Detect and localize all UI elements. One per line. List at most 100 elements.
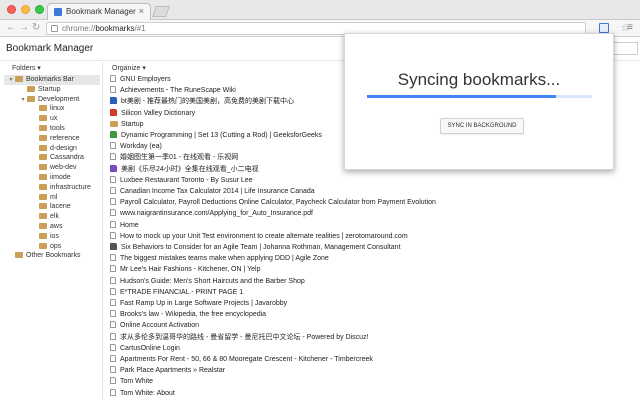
folder-icon: [39, 213, 47, 220]
folder-tree-item[interactable]: lacene: [32, 202, 71, 212]
folders-menu[interactable]: Folders ▾: [12, 64, 41, 72]
bookmark-row[interactable]: Canadian Income Tax Calculator 2014 | Li…: [110, 187, 315, 197]
close-window-button[interactable]: [7, 5, 16, 14]
folder-icon: [39, 125, 47, 131]
bookmark-row[interactable]: 婚姻图生第一季01 - 在线观看 - 乐视网: [110, 153, 238, 163]
bookmark-title: Payroll Calculator, Payroll Deductions O…: [120, 199, 436, 207]
site-favicon-icon: [110, 243, 117, 250]
folder-tree-item[interactable]: ios: [32, 232, 59, 242]
browser-menu-icon[interactable]: ≡: [627, 23, 633, 33]
bookmark-row[interactable]: Six Behaviors to Consider for an Agile T…: [110, 243, 401, 253]
folder-tree-item[interactable]: d-design: [32, 144, 77, 154]
bookmark-row[interactable]: Tom White: [110, 377, 153, 387]
folder-tree-item[interactable]: linux: [32, 104, 64, 114]
back-arrow-icon[interactable]: ←: [6, 23, 16, 33]
folder-tree-item[interactable]: reference: [32, 134, 80, 144]
bookmark-row[interactable]: Payroll Calculator, Payroll Deductions O…: [110, 198, 436, 208]
browser-tab[interactable]: Bookmark Manager ×: [47, 3, 151, 20]
bookmark-row[interactable]: 美剧《乐尽24小时》全集在线观看_小二电视: [110, 164, 259, 175]
page-icon: [110, 142, 116, 150]
folder-label: lacene: [50, 203, 71, 211]
search-input[interactable]: [612, 42, 638, 55]
forward-arrow-icon[interactable]: →: [19, 23, 29, 33]
folder-label: iimode: [50, 174, 71, 181]
organize-menu[interactable]: Organize ▾: [112, 64, 146, 72]
expand-triangle-icon[interactable]: ▾: [20, 95, 26, 105]
expand-triangle-icon[interactable]: ▾: [8, 75, 14, 85]
folder-label: d-design: [50, 144, 77, 152]
reload-icon[interactable]: ↻: [32, 23, 40, 33]
bookmark-row[interactable]: Achievements - The RuneScape Wiki: [110, 86, 236, 96]
bookmark-title: E*TRADE FINANCIAL - PRINT PAGE 1: [120, 288, 244, 296]
bookmark-row[interactable]: Tom White: About: [110, 388, 175, 399]
browser-titlebar: Bookmark Manager ×: [0, 0, 640, 20]
folder-label: elk: [50, 213, 59, 221]
bookmark-row[interactable]: bt美剧 - 推荐最热门的美国美剧，高免费的美剧下载中心: [110, 97, 294, 107]
bookmark-row[interactable]: Workday (ea): [110, 142, 162, 152]
page-info-icon[interactable]: [51, 25, 58, 32]
bookmark-title: Online Account Activation: [120, 322, 199, 330]
folder-label: Cassandra: [50, 154, 84, 162]
folder-tree-item[interactable]: ux: [32, 114, 57, 124]
bookmark-row[interactable]: Online Account Activation: [110, 321, 199, 331]
folder-tree-item[interactable]: ml: [32, 193, 57, 203]
bookmark-row[interactable]: Hudson's Guide: Men's Short Haircuts and…: [110, 276, 305, 287]
bookmark-title: CartusOnline Login: [120, 344, 180, 352]
url-path: /#1: [134, 24, 146, 33]
bookmark-row[interactable]: CartusOnline Login: [110, 343, 180, 354]
folder-icon: [39, 154, 47, 161]
bookmark-row[interactable]: The biggest mistakes teams make when app…: [110, 254, 329, 264]
folder-tree-item[interactable]: ▾ Bookmarks Bar: [4, 75, 100, 85]
bookmark-title: www.naigrantinsurance.com/Applying_for_A…: [120, 210, 314, 218]
folder-tree-item[interactable]: tools: [32, 124, 65, 134]
folder-tree-item[interactable]: iimode: [32, 173, 71, 183]
bookmark-row[interactable]: Home: [110, 220, 139, 231]
bookmark-title: Achievements - The RuneScape Wiki: [120, 87, 236, 95]
folder-tree-item[interactable]: aws: [32, 222, 62, 232]
bookmark-row[interactable]: E*TRADE FINANCIAL - PRINT PAGE 1: [110, 287, 244, 298]
bookmark-extension-icon[interactable]: [599, 23, 609, 33]
bookmark-title: GNU Employers: [120, 76, 171, 83]
pane-divider[interactable]: [102, 62, 103, 400]
bookmark-title: The biggest mistakes teams make when app…: [120, 255, 329, 263]
folder-label: reference: [50, 134, 80, 142]
folder-tree-item[interactable]: infrastructure: [32, 183, 91, 193]
bookmark-row[interactable]: Silicon Valley Dictionary: [110, 108, 195, 119]
folder-icon: [39, 232, 47, 239]
bookmark-row[interactable]: Luxbee Restaurant Toronto - By Susur Lee: [110, 175, 253, 186]
folder-tree-item[interactable]: ops: [32, 242, 61, 252]
bookmark-row[interactable]: 求从多伦多到温哥华的路线 - 曼省留学 - 曼尼托巴中文论坛 - Powered…: [110, 332, 369, 343]
bookmark-row[interactable]: Brooks's law - Wikipedia, the free encyc…: [110, 310, 266, 320]
tab-close-icon[interactable]: ×: [139, 6, 144, 16]
bookmark-row[interactable]: Park Place Apartments » Realstar: [110, 366, 225, 376]
bookmark-row[interactable]: Dynamic Programming | Set 13 (Cutting a …: [110, 131, 322, 141]
bookmark-row[interactable]: www.naigrantinsurance.com/Applying_for_A…: [110, 209, 313, 219]
folder-tree-item[interactable]: Startup: [20, 85, 61, 95]
sync-in-background-button[interactable]: SYNC IN BACKGROUND: [440, 118, 524, 134]
page-icon: [110, 321, 116, 329]
bookmark-title: Workday (ea): [120, 143, 162, 151]
bookmark-row[interactable]: Mr Lee's Hair Fashions - Kitchener, ON |…: [110, 265, 261, 275]
address-text: chrome://bookmarks/#1: [62, 24, 146, 33]
bookmark-title: Mr Lee's Hair Fashions - Kitchener, ON |…: [120, 266, 261, 274]
page-icon: [110, 287, 116, 295]
folder-tree-item[interactable]: Other Bookmarks: [8, 251, 80, 261]
site-favicon-icon: [110, 97, 117, 105]
bookmark-manager-favicon-icon: [54, 8, 62, 16]
folder-tree-item[interactable]: web-dev: [32, 163, 76, 173]
bookmark-title: 婚姻图生第一季01 - 在线观看 - 乐视网: [120, 154, 239, 162]
minimize-window-button[interactable]: [21, 5, 30, 14]
bookmark-row[interactable]: Fast Ramp Up in Large Software Projects …: [110, 299, 287, 309]
bookmark-row[interactable]: Startup: [110, 120, 144, 130]
new-tab-button[interactable]: [152, 6, 170, 17]
zoom-window-button[interactable]: [35, 5, 44, 14]
bookmark-row[interactable]: GNU Employers: [110, 75, 171, 85]
bookmark-title: Tom White: [120, 378, 154, 386]
bookmark-row[interactable]: How to mock up your Unit Test environmen…: [110, 231, 408, 242]
folder-label: Startup: [38, 85, 61, 93]
bookmark-row[interactable]: Apartments For Rent - 50, 66 & 80 Mooreg…: [110, 355, 373, 365]
folder-tree-item[interactable]: Cassandra: [32, 153, 84, 163]
page-icon: [110, 86, 116, 94]
folder-tree-item[interactable]: ▾ Development: [20, 95, 79, 105]
folder-tree-item[interactable]: elk: [32, 212, 59, 222]
